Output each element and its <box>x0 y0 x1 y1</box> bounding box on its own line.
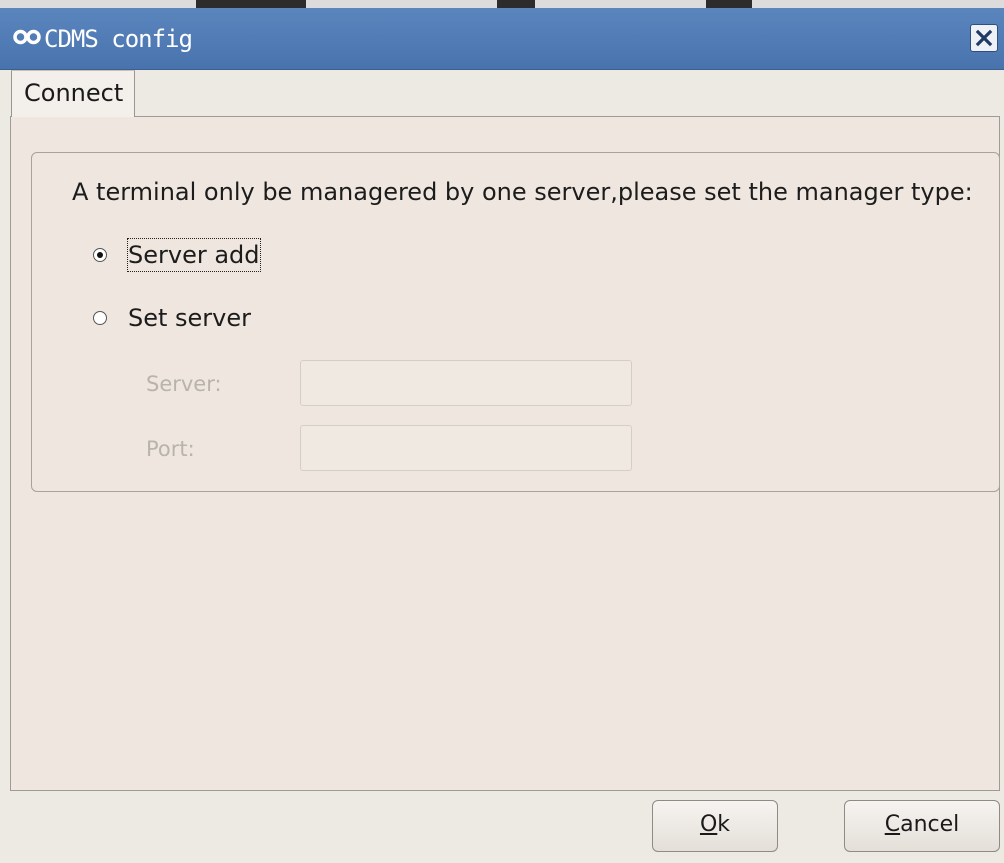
manager-type-prompt: A terminal only be managered by one serv… <box>72 178 973 206</box>
tab-connect[interactable]: Connect <box>11 70 135 117</box>
cdms-infinity-icon <box>13 29 41 45</box>
window-title: CDMS config <box>44 25 193 53</box>
ok-mnemonic: O <box>699 812 718 837</box>
port-input[interactable] <box>300 425 632 471</box>
server-label: Server: <box>146 372 222 396</box>
server-input[interactable] <box>300 360 632 406</box>
cancel-label-rest: ancel <box>900 812 960 837</box>
radio-button-unchecked[interactable] <box>93 311 107 325</box>
radio-button-checked[interactable] <box>93 248 107 262</box>
manager-type-group: A terminal only be managered by one serv… <box>31 152 1000 492</box>
title-bar[interactable]: CDMS config <box>0 8 1004 70</box>
ok-label-rest: k <box>717 812 731 837</box>
radio-server-add-label[interactable]: Server add <box>127 238 261 272</box>
cancel-mnemonic: C <box>884 812 901 837</box>
close-x-icon <box>975 29 993 47</box>
close-button[interactable] <box>970 24 998 52</box>
port-label: Port: <box>146 437 195 461</box>
connect-tab-panel: A terminal only be managered by one serv… <box>10 116 1000 791</box>
cdms-config-window: CDMS config Connect A terminal only be m… <box>0 0 1004 863</box>
ok-button[interactable]: Ok <box>652 800 778 852</box>
cancel-button[interactable]: Cancel <box>844 800 1000 852</box>
radio-set-server-label[interactable]: Set server <box>128 302 251 334</box>
